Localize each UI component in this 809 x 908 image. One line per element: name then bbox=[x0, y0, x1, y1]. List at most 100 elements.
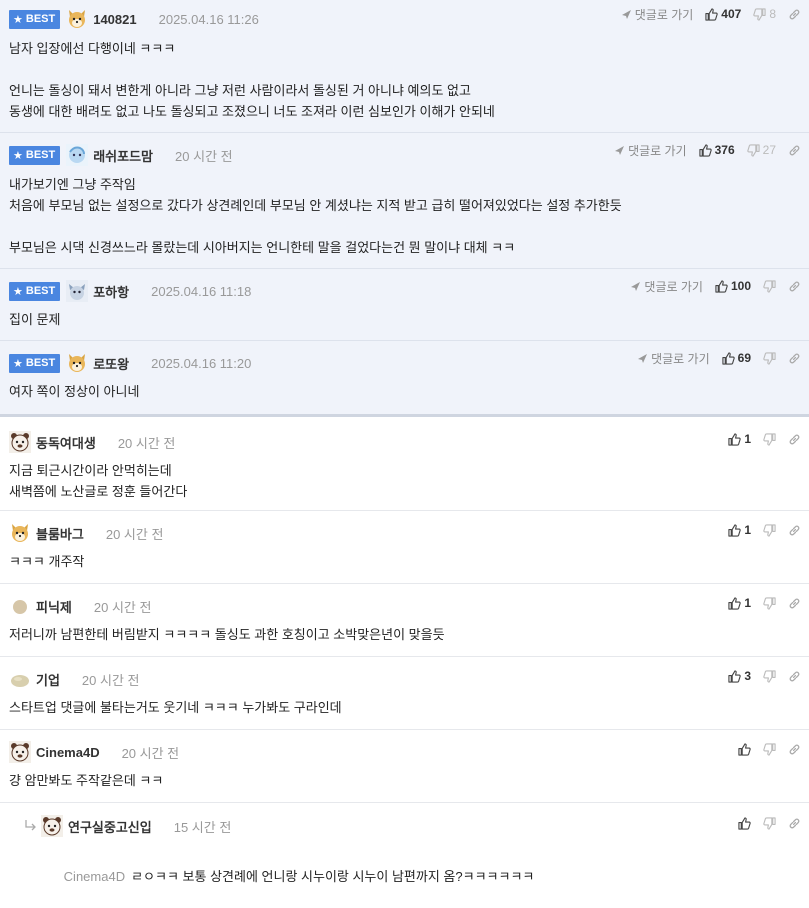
star-icon: ★ bbox=[13, 13, 23, 26]
link-icon bbox=[789, 818, 800, 828]
thumbs-down-icon bbox=[763, 432, 776, 446]
link-button[interactable] bbox=[788, 817, 801, 830]
link-icon bbox=[789, 145, 800, 155]
avatar[interactable] bbox=[9, 522, 31, 544]
downvote-button[interactable] bbox=[763, 432, 776, 446]
link-button[interactable] bbox=[788, 743, 801, 756]
nickname[interactable]: 동독여대생 bbox=[36, 433, 96, 452]
downvote-button[interactable] bbox=[763, 816, 776, 830]
comment-body: ㅋㅋㅋ 개주작 bbox=[9, 554, 85, 569]
avatar[interactable] bbox=[9, 595, 31, 617]
timestamp: 20 시간 전 bbox=[93, 599, 152, 615]
thumbs-down-icon bbox=[753, 7, 766, 21]
reply-link[interactable]: 댓글로 가기 bbox=[614, 142, 687, 159]
best-badge: ★ BEST bbox=[9, 9, 61, 29]
avatar[interactable] bbox=[9, 668, 31, 690]
upvote-button[interactable]: 100 bbox=[715, 279, 751, 293]
upvote-button[interactable]: 1 bbox=[728, 432, 751, 446]
link-icon bbox=[789, 281, 800, 291]
downvote-count: 27 bbox=[762, 143, 776, 157]
nickname[interactable]: 블룸바그 bbox=[36, 524, 84, 543]
upvote-button[interactable]: 69 bbox=[722, 351, 751, 365]
comment-body: 집이 문제 bbox=[9, 312, 61, 327]
upvote-button[interactable]: 3 bbox=[728, 669, 751, 683]
best-badge: ★ BEST bbox=[9, 145, 61, 165]
upvote-button[interactable]: 376 bbox=[698, 143, 735, 157]
star-icon: ★ bbox=[13, 149, 23, 162]
upvote-button[interactable]: 1 bbox=[728, 523, 751, 537]
link-button[interactable] bbox=[788, 524, 801, 537]
timestamp: 20 시간 전 bbox=[121, 745, 180, 761]
reply-comment: 연구실중고신입 15 시간 전 Cinema4D ㄹㅇㅋㅋ 보통 상견례에 언니랑… bbox=[0, 803, 809, 884]
link-icon bbox=[789, 598, 800, 608]
upvote-count: 376 bbox=[714, 143, 735, 157]
downvote-button[interactable] bbox=[763, 742, 776, 756]
downvote-button[interactable] bbox=[763, 669, 776, 683]
link-icon bbox=[789, 525, 800, 535]
nickname[interactable]: 로또왕 bbox=[93, 354, 129, 373]
best-badge: ★ BEST bbox=[9, 353, 61, 373]
timestamp: 2025.04.16 11:20 bbox=[151, 355, 252, 371]
thumbs-up-icon bbox=[722, 351, 735, 365]
best-comment: ★ BEST 래쉬포드맘 20 시간 전 댓글로 가기 376 27 내가보기엔 … bbox=[0, 133, 809, 269]
downvote-button[interactable] bbox=[763, 279, 776, 293]
link-button[interactable] bbox=[788, 670, 801, 683]
downvote-button[interactable] bbox=[763, 596, 776, 610]
thumbs-up-icon bbox=[715, 279, 728, 293]
link-button[interactable] bbox=[788, 280, 801, 293]
link-button[interactable] bbox=[788, 144, 801, 157]
thumbs-up-icon bbox=[728, 596, 742, 610]
link-button[interactable] bbox=[788, 433, 801, 446]
avatar[interactable] bbox=[66, 352, 88, 374]
downvote-button[interactable] bbox=[763, 523, 776, 537]
avatar[interactable] bbox=[66, 144, 89, 166]
downvote-button[interactable] bbox=[763, 351, 776, 365]
send-icon bbox=[638, 353, 648, 363]
upvote-button[interactable] bbox=[738, 742, 751, 756]
upvote-button[interactable] bbox=[738, 816, 751, 830]
thumbs-up-icon bbox=[728, 669, 742, 683]
nickname[interactable]: 포하항 bbox=[93, 282, 129, 301]
best-comment: ★ BEST 140821 2025.04.16 11:26 댓글로 가기 407… bbox=[0, 0, 809, 133]
nickname[interactable]: 140821 bbox=[93, 12, 136, 27]
timestamp: 20 시간 전 bbox=[105, 526, 164, 542]
upvote-button[interactable]: 1 bbox=[728, 596, 751, 610]
upvote-count: 407 bbox=[721, 7, 742, 21]
timestamp: 15 시간 전 bbox=[173, 819, 232, 835]
reply-link[interactable]: 댓글로 가기 bbox=[637, 350, 710, 367]
avatar[interactable] bbox=[41, 815, 63, 837]
thumbs-down-icon bbox=[763, 816, 776, 830]
thumbs-down-icon bbox=[763, 669, 776, 683]
timestamp: 2025.04.16 11:26 bbox=[158, 11, 259, 27]
link-button[interactable] bbox=[788, 597, 801, 610]
reply-link[interactable]: 댓글로 가기 bbox=[630, 278, 703, 295]
comment-body: 걍 암만봐도 주작같은데 ㅋㅋ bbox=[9, 773, 164, 788]
thumbs-up-icon bbox=[738, 816, 751, 830]
thumbs-down-icon bbox=[763, 351, 776, 365]
thumbs-down-icon bbox=[763, 596, 776, 610]
downvote-button[interactable]: 27 bbox=[746, 143, 776, 157]
nickname[interactable]: 기업 bbox=[36, 670, 60, 689]
upvote-count: 1 bbox=[744, 596, 751, 610]
avatar[interactable] bbox=[66, 280, 89, 302]
downvote-button[interactable]: 8 bbox=[753, 7, 776, 21]
thumbs-down-icon bbox=[763, 279, 776, 293]
nickname[interactable]: 연구실중고신입 bbox=[68, 817, 152, 836]
avatar[interactable] bbox=[66, 8, 88, 30]
comment-body: 남자 입장에선 다행이네 ㅋㅋㅋ 언니는 돌싱이 돼서 변한게 아니라 그냥 저… bbox=[9, 41, 495, 119]
avatar[interactable] bbox=[9, 741, 31, 763]
nickname[interactable]: 래쉬포드맘 bbox=[93, 146, 153, 165]
link-icon bbox=[789, 9, 800, 19]
thumbs-down-icon bbox=[763, 523, 776, 537]
avatar[interactable] bbox=[9, 431, 31, 453]
timestamp: 20 시간 전 bbox=[117, 435, 176, 451]
comment-body: Cinema4D ㄹㅇㅋㅋ 보통 상견례에 언니랑 시누이랑 시누이 남편까지 옴… bbox=[16, 845, 543, 908]
link-button[interactable] bbox=[788, 352, 801, 365]
link-button[interactable] bbox=[788, 8, 801, 21]
link-icon bbox=[789, 744, 800, 754]
reply-mention[interactable]: Cinema4D bbox=[64, 869, 125, 884]
nickname[interactable]: 피닉제 bbox=[36, 597, 72, 616]
nickname[interactable]: Cinema4D bbox=[36, 745, 100, 760]
upvote-button[interactable]: 407 bbox=[705, 7, 741, 21]
reply-link[interactable]: 댓글로 가기 bbox=[621, 6, 693, 23]
